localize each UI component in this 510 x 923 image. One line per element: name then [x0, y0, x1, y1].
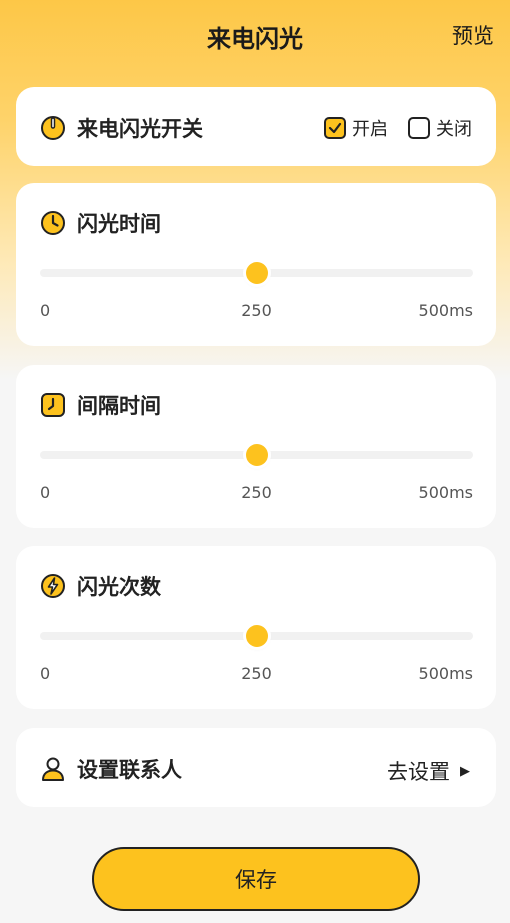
contact-card[interactable]: 设置联系人 去设置 ▶: [16, 728, 496, 807]
flash-count-label: 闪光次数: [77, 575, 161, 599]
contact-title: 设置联系人: [40, 754, 182, 784]
checkbox-on[interactable]: [324, 117, 346, 139]
app-header: 来电闪光 预览: [0, 0, 510, 68]
option-off-label: 关闭: [436, 119, 472, 140]
scale-max: 500ms: [418, 664, 473, 683]
scale-max: 500ms: [418, 301, 473, 320]
contact-label: 设置联系人: [77, 758, 182, 782]
scale-min: 0: [40, 664, 51, 683]
option-on-label: 开启: [352, 119, 388, 140]
flash-count-card: 闪光次数 0 250 500ms: [16, 546, 496, 709]
flash-count-slider[interactable]: [40, 624, 473, 648]
flash-count-title: 闪光次数: [40, 571, 161, 601]
save-button[interactable]: 保存: [92, 847, 420, 911]
switch-options: 开启 关闭: [324, 115, 472, 141]
person-icon: [40, 756, 66, 782]
flash-duration-card: 闪光时间 0 250 500ms: [16, 183, 496, 346]
go-settings-link[interactable]: 去设置 ▶: [387, 756, 470, 786]
interval-scale: 0 250 500ms: [40, 483, 473, 503]
go-settings-label: 去设置: [387, 760, 450, 784]
interval-title: 间隔时间: [40, 390, 161, 420]
option-on[interactable]: 开启: [324, 115, 388, 141]
slider-thumb[interactable]: [245, 444, 268, 466]
flash-switch-label: 来电闪光开关: [77, 117, 203, 141]
flash-duration-slider[interactable]: [40, 261, 473, 285]
checkbox-off[interactable]: [408, 117, 430, 139]
scale-mid: 250: [241, 664, 272, 683]
scale-mid: 250: [241, 301, 272, 320]
flash-duration-scale: 0 250 500ms: [40, 301, 473, 321]
timer-square-icon: [40, 392, 66, 418]
preview-button[interactable]: 预览: [452, 20, 494, 50]
flash-switch-title: 来电闪光开关: [40, 113, 203, 143]
scale-min: 0: [40, 301, 51, 320]
scale-mid: 250: [241, 483, 272, 502]
interval-label: 间隔时间: [77, 394, 161, 418]
arrow-right-icon: ▶: [460, 763, 470, 779]
page-title: 来电闪光: [207, 25, 303, 53]
interval-card: 间隔时间 0 250 500ms: [16, 365, 496, 528]
lightning-icon: [40, 573, 66, 599]
interval-slider[interactable]: [40, 443, 473, 467]
flash-count-scale: 0 250 500ms: [40, 664, 473, 684]
scale-min: 0: [40, 483, 51, 502]
slider-thumb[interactable]: [245, 625, 268, 647]
scale-max: 500ms: [418, 483, 473, 502]
check-icon: [328, 122, 342, 134]
slider-thumb[interactable]: [245, 262, 268, 284]
power-icon: [40, 115, 66, 141]
flash-switch-card: 来电闪光开关 开启 关闭: [16, 87, 496, 166]
flash-duration-title: 闪光时间: [40, 208, 161, 238]
flash-duration-label: 闪光时间: [77, 212, 161, 236]
clock-icon: [40, 210, 66, 236]
option-off[interactable]: 关闭: [408, 115, 472, 141]
